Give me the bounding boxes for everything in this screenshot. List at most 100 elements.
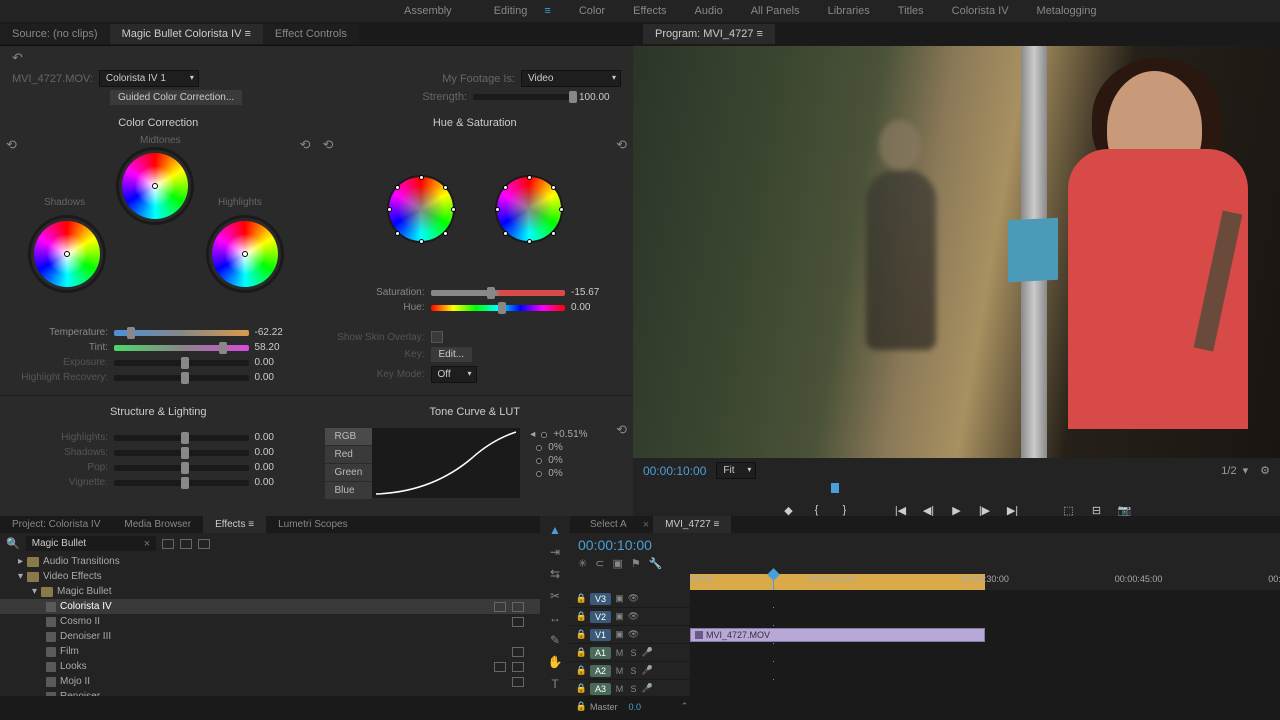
curve-pct-arrow-icon[interactable]: ◂ [530,429,535,440]
tree-item[interactable]: Colorista IV [0,599,540,614]
master-track-header[interactable]: 🔒Master0.0⌃ [570,701,690,712]
lock-icon[interactable]: 🔒 [576,665,587,676]
key-edit-button[interactable]: Edit... [431,347,473,362]
mute-icon[interactable]: M [614,647,625,658]
skin-overlay-checkbox[interactable] [431,331,443,343]
slider[interactable] [114,330,249,336]
ws-allpanels[interactable]: All Panels [737,5,814,17]
lock-icon[interactable]: 🔒 [576,629,587,640]
tab-effects[interactable]: Effects ≡ [203,516,266,533]
link-icon[interactable]: ⊂ [595,557,604,570]
program-tab[interactable]: Program: MVI_4727 ≡ [643,24,775,44]
midtones-wheel[interactable] [116,147,194,225]
track-header[interactable]: 🔒 V3 ▣ 👁 [570,593,690,605]
ws-libraries[interactable]: Libraries [814,5,884,17]
track-badge[interactable]: V2 [590,611,611,623]
strength-slider[interactable] [473,94,573,100]
settings-icon[interactable]: ⚑ [631,557,641,570]
tree-item[interactable]: Cosmo II [0,614,540,629]
voice-icon[interactable]: 🎤 [642,683,653,694]
hue-wheel-2[interactable] [495,175,563,243]
ws-titles[interactable]: Titles [884,5,938,17]
lock-icon[interactable]: 🔒 [576,683,587,694]
track-badge[interactable]: A1 [590,647,611,659]
slider[interactable] [431,290,566,296]
track-header[interactable]: 🔒 A1 M S 🎤 [570,647,690,659]
preset-box-icon[interactable] [180,539,192,549]
solo-icon[interactable]: S [628,683,639,694]
keymode-dropdown[interactable]: Off [431,366,477,383]
effects-search-input[interactable] [26,536,156,551]
ws-assembly[interactable]: Assembly [390,5,466,17]
preset-dropdown[interactable]: Colorista IV 1 [99,70,199,87]
footage-dropdown[interactable]: Video [521,70,621,87]
shadows-wheel[interactable] [28,215,106,293]
preset-box-icon[interactable] [162,539,174,549]
video-preview[interactable] [633,46,1280,458]
track-badge[interactable]: A2 [590,665,611,677]
disclosure-icon[interactable]: ▾ [32,586,37,597]
track-lane[interactable]: MVI_4727.MOV [690,626,1280,643]
tc-reset-icon[interactable]: ⟲ [616,422,627,438]
lock-icon[interactable]: 🔒 [576,701,587,712]
track-lane[interactable] [690,662,1280,679]
highlights-wheel[interactable] [206,215,284,293]
selection-tool-icon[interactable]: ▲ [547,522,563,538]
ws-color[interactable]: Color [565,5,619,17]
curve-pct-dot[interactable] [536,471,542,477]
undo-icon[interactable]: ↶ [12,50,23,65]
tab-effect-controls[interactable]: Effect Controls [263,24,359,44]
toggle-output-icon[interactable]: ▣ [614,611,625,622]
curve-pct-dot[interactable] [536,445,542,451]
track-badge[interactable]: V3 [590,593,611,605]
clear-search-icon[interactable]: × [144,538,150,550]
program-scrubber[interactable] [643,483,1270,499]
ws-audio[interactable]: Audio [681,5,737,17]
track-select-tool-icon[interactable]: ⇥ [547,544,563,560]
guided-correction-button[interactable]: Guided Color Correction... [110,90,242,105]
curve-pct-dot[interactable] [541,432,547,438]
ripple-tool-icon[interactable]: ⇆ [547,566,563,582]
slider[interactable] [114,345,249,351]
mute-icon[interactable]: M [614,665,625,676]
slider[interactable] [114,450,249,456]
tab-project[interactable]: Project: Colorista IV [0,516,112,533]
program-timecode[interactable]: 00:00:10:00 [643,464,706,478]
slider[interactable] [114,375,249,381]
razor-tool-icon[interactable]: ✂ [547,588,563,604]
curve-pct-dot[interactable] [536,458,542,464]
pen-tool-icon[interactable]: ✎ [547,632,563,648]
type-tool-icon[interactable]: T [547,676,563,692]
lock-icon[interactable]: 🔒 [576,611,587,622]
voice-icon[interactable]: 🎤 [642,647,653,658]
slider[interactable] [114,465,249,471]
tree-item[interactable]: ▾Magic Bullet [0,584,540,599]
tree-item[interactable]: Mojo II [0,674,540,689]
tone-curve[interactable] [372,428,520,498]
eye-icon[interactable]: 👁 [628,611,639,622]
track-badge[interactable]: V1 [590,629,611,641]
curve-channel-blue[interactable]: Blue [325,482,373,500]
hand-tool-icon[interactable]: ✋ [547,654,563,670]
lock-icon[interactable]: 🔒 [576,647,587,658]
preset-box-icon[interactable] [198,539,210,549]
curve-channel-rgb[interactable]: RGB [325,428,373,446]
curve-channel-green[interactable]: Green [325,464,373,482]
timeline-tab-selecta[interactable]: Select A [578,516,639,533]
tree-item[interactable]: Denoiser III [0,629,540,644]
wrench-icon[interactable]: 🔧 [649,557,663,570]
tree-item[interactable]: Renoiser [0,689,540,696]
track-lane[interactable] [690,608,1280,625]
track-lane[interactable] [690,680,1280,697]
hue-wheel-1[interactable] [387,175,455,243]
track-header[interactable]: 🔒 V1 ▣ 👁 [570,629,690,641]
disclosure-icon[interactable]: ▸ [18,556,23,567]
settings-icon[interactable]: ⚙ [1260,464,1270,477]
ws-metalogging[interactable]: Metalogging [1023,5,1111,17]
tab-media-browser[interactable]: Media Browser [112,516,203,533]
slider[interactable] [114,435,249,441]
tree-item[interactable]: ▸Audio Transitions [0,554,540,569]
video-clip[interactable]: MVI_4727.MOV [690,628,985,642]
slider[interactable] [431,305,566,311]
tab-source[interactable]: Source: (no clips) [0,24,110,44]
